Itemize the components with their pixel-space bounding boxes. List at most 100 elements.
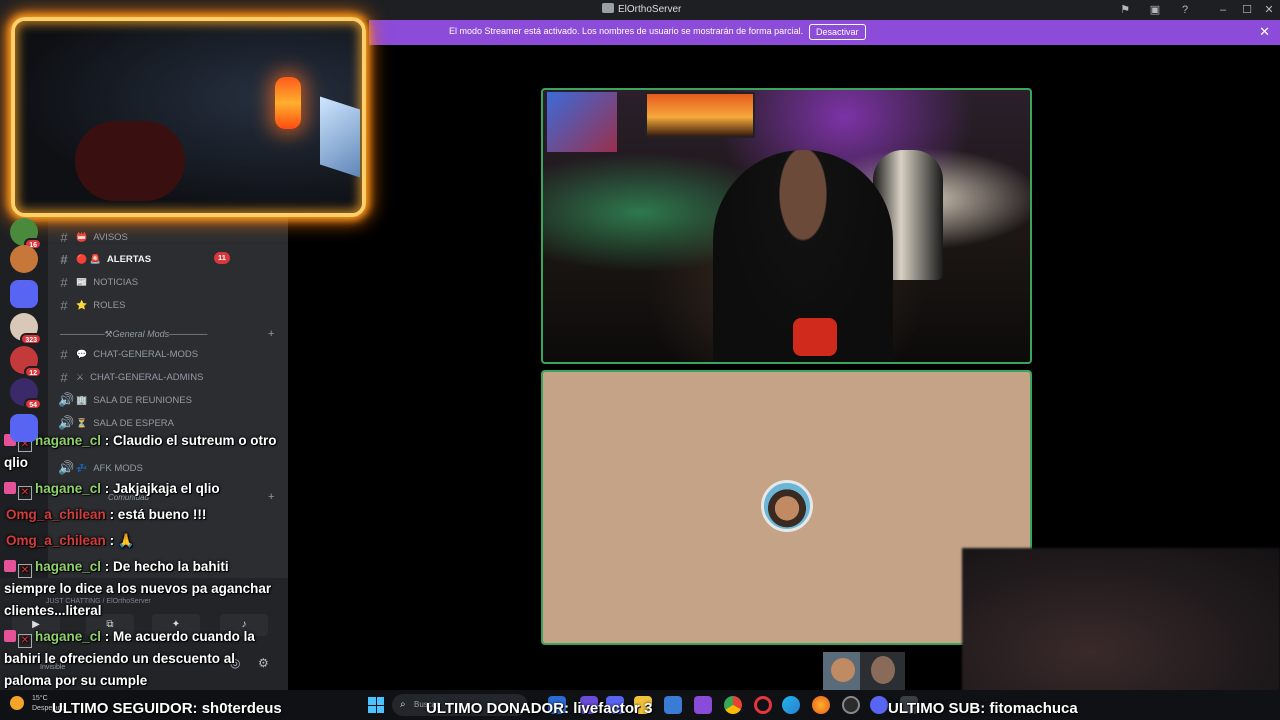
red-object: [793, 318, 837, 356]
channel-type-icon: 🔊: [58, 415, 75, 430]
channel-item[interactable]: # ⭐ ROLES: [58, 296, 125, 314]
channel-emoji-icon: ⏳: [76, 417, 88, 428]
channel-type-icon: #: [60, 251, 68, 267]
category-general-mods[interactable]: ───────⚒General Mods──────: [60, 329, 207, 340]
webcam-lamp: [275, 77, 301, 129]
chat-username: hagane_cl: [35, 433, 102, 448]
sub-badge-icon: [4, 630, 16, 642]
server-badge: 323: [20, 333, 42, 345]
server-icon[interactable]: [10, 245, 38, 273]
stream-preview-thumbnail[interactable]: [823, 652, 905, 690]
channel-item[interactable]: # 📛 AVISOS: [58, 228, 128, 246]
channel-label: SALA DE ESPERA: [93, 417, 175, 429]
participant-video-tile[interactable]: [541, 88, 1032, 364]
channel-type-icon: #: [60, 346, 68, 362]
chat-message: Omg_a_chilean : está bueno !!!: [6, 504, 286, 526]
channel-label: ROLES: [93, 299, 126, 311]
chrome-icon[interactable]: [724, 696, 742, 714]
app-icon[interactable]: [694, 696, 712, 714]
server-badge: 54: [24, 398, 42, 410]
channel-emoji-icon: 💬: [76, 348, 88, 359]
channel-label: NOTICIAS: [93, 276, 139, 288]
chat-message: Omg_a_chilean : 🙏: [6, 530, 286, 552]
mod-badge-icon: ✕: [18, 634, 32, 648]
weather-temp: 15°C: [32, 695, 48, 702]
server-icon[interactable]: 16: [10, 218, 42, 250]
channel-type-icon: 🔊: [58, 392, 75, 407]
wall-poster: [645, 92, 755, 138]
chat-username: hagane_cl: [35, 481, 102, 496]
chat-username: hagane_cl: [35, 559, 102, 574]
edge-icon[interactable]: [782, 696, 800, 714]
banner-text: El modo Streamer está activado. Los nomb…: [449, 26, 804, 36]
close-banner-icon[interactable]: ✕: [1259, 24, 1270, 40]
chat-message: ✕ hagane_cl : Claudio el sutreum o otro q…: [4, 430, 284, 474]
mod-badge-icon: ✕: [18, 486, 32, 500]
close-window-icon[interactable]: ✕: [1262, 3, 1276, 17]
channel-item[interactable]: # 📰 NOTICIAS: [58, 273, 138, 291]
discord-icon[interactable]: [870, 696, 888, 714]
server-icon[interactable]: 54: [10, 378, 42, 410]
channel-label: SALA DE REUNIONES: [93, 394, 192, 406]
channel-type-icon: #: [60, 274, 68, 290]
channel-item[interactable]: # 🔴 🚨 ALERTAS: [58, 250, 151, 268]
server-icon[interactable]: 12: [10, 346, 42, 378]
last-donor-ticker: ULTIMO DONADOR: livefactor 3: [426, 700, 653, 717]
channel-label: CHAT-GENERAL-MODS: [93, 348, 199, 360]
participant-avatar: [761, 480, 813, 532]
sun-icon: [10, 696, 24, 710]
chat-username: Omg_a_chilean: [6, 507, 106, 522]
chat-username: hagane_cl: [35, 629, 102, 644]
firefox-icon[interactable]: [812, 696, 830, 714]
flag-icon[interactable]: ⚑: [1118, 3, 1132, 17]
disable-streamer-mode-button[interactable]: Desactivar: [809, 24, 866, 40]
server-badge: 12: [24, 366, 42, 378]
channel-item[interactable]: # 💬 CHAT-GENERAL-MODS: [58, 345, 198, 363]
inbox-icon[interactable]: ▣: [1148, 3, 1162, 17]
help-icon[interactable]: ?: [1178, 3, 1192, 17]
participant-avatar-tile[interactable]: [541, 370, 1032, 645]
obs-icon[interactable]: [842, 696, 860, 714]
channel-emoji-icon: 🔴 🚨: [76, 253, 101, 264]
window-title: ElOrthoServer: [602, 3, 681, 15]
chat-message: ✕ hagane_cl : Me acuerdo cuando la bahiri…: [4, 626, 284, 692]
channel-emoji-icon: 📰: [76, 276, 88, 287]
sub-badge-icon: [4, 560, 16, 572]
channel-type-icon: #: [60, 297, 68, 313]
last-follower-ticker: ULTIMO SEGUIDOR: sh0terdeus: [52, 700, 282, 717]
last-sub-ticker: ULTIMO SUB: fitomachuca: [888, 700, 1078, 717]
channel-emoji-icon: 🏢: [76, 394, 88, 405]
channel-emoji-icon: ⚔: [76, 371, 85, 382]
chat-text: : 🙏: [109, 533, 135, 548]
chat-text: : Jakjajkaja el qlio: [104, 481, 220, 496]
webcam-monitor: [320, 96, 360, 178]
webcam-figure: [75, 121, 185, 201]
store-icon[interactable]: [664, 696, 682, 714]
server-icon[interactable]: [10, 414, 38, 442]
channel-emoji-icon: 📛: [76, 231, 88, 242]
channel-type-icon: #: [60, 369, 68, 385]
mod-badge-icon: ✕: [18, 564, 32, 578]
server-icon[interactable]: 323: [10, 313, 42, 345]
chat-text: : está bueno !!!: [109, 507, 207, 522]
minimize-icon[interactable]: –: [1216, 3, 1230, 17]
channel-item[interactable]: 🔊 🏢 SALA DE REUNIONES: [58, 391, 192, 409]
opera-icon[interactable]: [754, 696, 772, 714]
channel-label: AVISOS: [93, 231, 128, 243]
server-icon[interactable]: [10, 280, 38, 308]
window-title-text: ElOrthoServer: [618, 4, 682, 15]
alert-badge: 11: [214, 252, 230, 264]
chat-message: ✕ hagane_cl : De hecho la bahiti siempre …: [4, 556, 284, 622]
chat-username: Omg_a_chilean: [6, 533, 106, 548]
channel-label: ALERTAS: [106, 253, 152, 265]
app-icon: [602, 3, 614, 13]
channel-item[interactable]: # ⚔ CHAT-GENERAL-ADMINS: [58, 368, 203, 386]
start-button[interactable]: [368, 697, 384, 713]
sub-badge-icon: [4, 482, 16, 494]
wall-poster: [547, 92, 617, 152]
search-icon: ⌕: [400, 699, 406, 710]
chat-message: ✕ hagane_cl : Jakjajkaja el qlio: [4, 478, 284, 500]
webcam-overlay: [11, 17, 366, 217]
maximize-icon[interactable]: ☐: [1240, 3, 1254, 17]
channel-type-icon: #: [60, 229, 68, 245]
